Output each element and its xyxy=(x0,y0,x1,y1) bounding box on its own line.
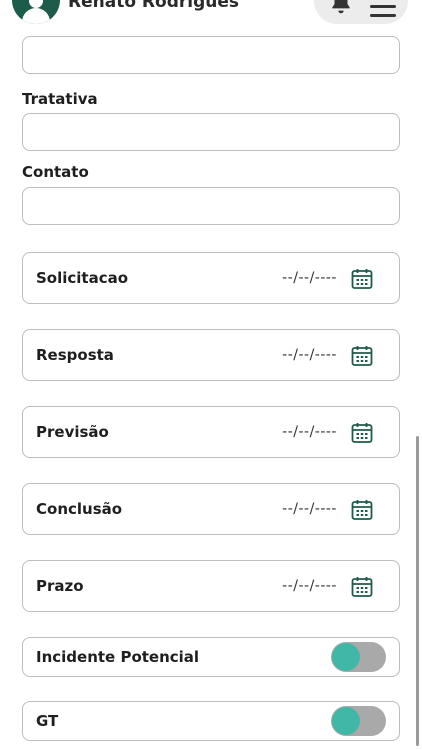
resposta-date-field[interactable]: Resposta --/--/---- xyxy=(22,329,400,381)
contato-input[interactable] xyxy=(22,187,400,225)
date-label: Resposta xyxy=(36,346,114,364)
incidente-potencial-row: Incidente Potencial xyxy=(22,637,400,677)
toggle-label: GT xyxy=(36,712,59,730)
prazo-date-field[interactable]: Prazo --/--/---- xyxy=(22,560,400,612)
contato-label: Contato xyxy=(22,163,89,181)
tratativa-label: Tratativa xyxy=(22,90,98,108)
avatar-head xyxy=(29,0,43,8)
calendar-icon[interactable] xyxy=(350,421,374,445)
toggle-knob xyxy=(332,643,360,671)
page: Renato Rodrigues Tratativa Contato Solic… xyxy=(0,0,422,750)
date-value: --/--/---- xyxy=(282,578,337,594)
date-value: --/--/---- xyxy=(282,424,337,440)
gt-row: GT xyxy=(22,701,400,741)
previsao-date-field[interactable]: Previsão --/--/---- xyxy=(22,406,400,458)
toggle-knob xyxy=(332,707,360,735)
avatar[interactable] xyxy=(12,0,60,24)
date-label: Conclusão xyxy=(36,500,123,518)
tratativa-input[interactable] xyxy=(22,113,400,151)
conclusao-date-field[interactable]: Conclusão --/--/---- xyxy=(22,483,400,535)
menu-icon[interactable] xyxy=(370,0,396,17)
header-actions xyxy=(314,0,408,24)
avatar-body xyxy=(22,8,50,24)
date-label: Previsão xyxy=(36,423,109,441)
app-header: Renato Rodrigues xyxy=(0,0,422,28)
calendar-icon[interactable] xyxy=(350,344,374,368)
calendar-icon[interactable] xyxy=(350,498,374,522)
toggle-label: Incidente Potencial xyxy=(36,648,200,666)
calendar-icon[interactable] xyxy=(350,575,374,599)
calendar-icon[interactable] xyxy=(350,267,374,291)
gt-toggle[interactable] xyxy=(331,706,386,736)
incidente-potencial-toggle[interactable] xyxy=(331,642,386,672)
date-label: Solicitacao xyxy=(36,269,129,287)
date-value: --/--/---- xyxy=(282,501,337,517)
user-name: Renato Rodrigues xyxy=(68,0,239,12)
date-value: --/--/---- xyxy=(282,270,337,286)
solicitacao-date-field[interactable]: Solicitacao --/--/---- xyxy=(22,252,400,304)
bell-icon[interactable] xyxy=(328,0,354,16)
top-field[interactable] xyxy=(22,36,400,74)
date-label: Prazo xyxy=(36,577,84,595)
scrollbar[interactable] xyxy=(416,436,419,746)
date-value: --/--/---- xyxy=(282,347,337,363)
